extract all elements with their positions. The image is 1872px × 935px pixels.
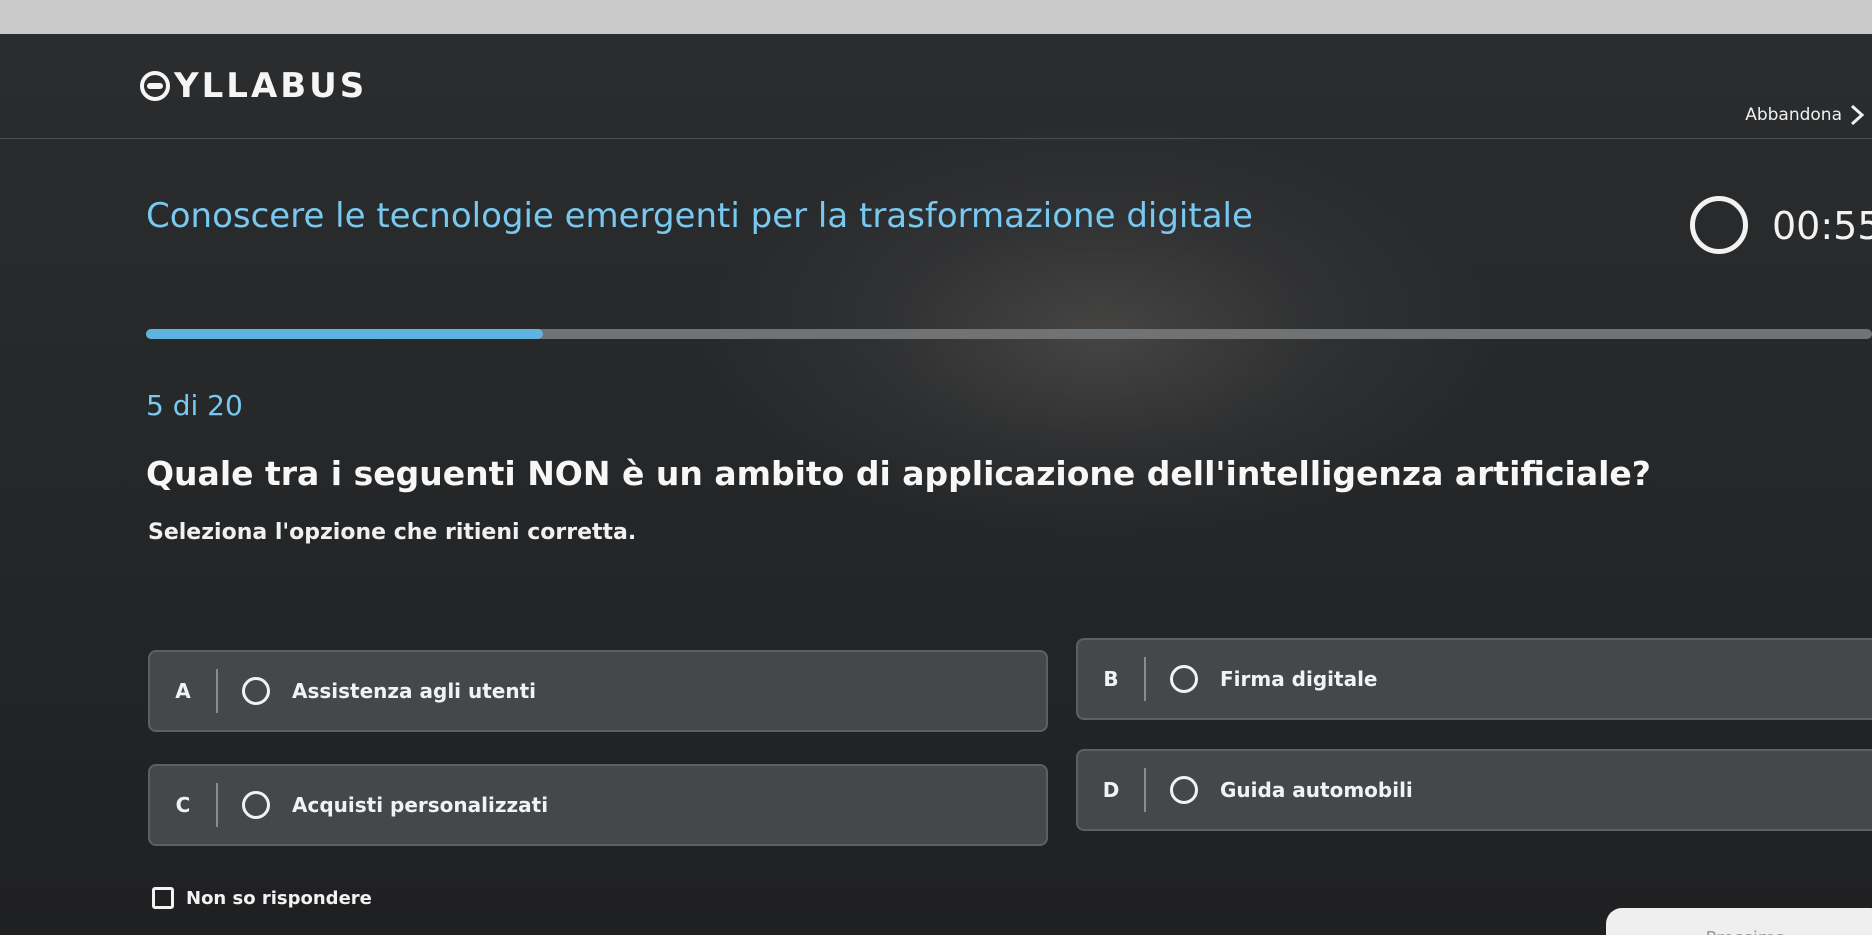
timer-ring-icon: [1690, 196, 1748, 254]
next-button[interactable]: Prossima: [1606, 908, 1872, 935]
option-letter: D: [1102, 778, 1120, 802]
radio-icon[interactable]: [242, 791, 270, 819]
option-label: Guida automobili: [1220, 778, 1413, 802]
option-divider: [216, 669, 218, 713]
timer-countdown: 00:55: [1772, 204, 1872, 248]
option-divider: [216, 783, 218, 827]
answer-option-b[interactable]: B Firma digitale: [1076, 638, 1872, 720]
quit-label: Abbandona: [1745, 105, 1842, 125]
brand-name: YLLABUS: [174, 66, 368, 106]
skip-checkbox[interactable]: Non so rispondere: [152, 887, 372, 909]
answer-option-a[interactable]: A Assistenza agli utenti: [148, 650, 1048, 732]
option-divider: [1144, 657, 1146, 701]
course-title: Conoscere le tecnologie emergenti per la…: [146, 196, 1253, 236]
brand-mark-icon: [140, 71, 170, 101]
skip-label: Non so rispondere: [186, 887, 372, 909]
radio-icon[interactable]: [242, 677, 270, 705]
quiz-screen: YLLABUS Abbandona Conoscere le tecnologi…: [0, 34, 1872, 935]
question-text: Quale tra i seguenti NON è un ambito di …: [146, 454, 1651, 493]
radio-icon[interactable]: [1170, 665, 1198, 693]
chevron-right-icon: [1850, 104, 1864, 126]
option-label: Firma digitale: [1220, 667, 1378, 691]
brand-logo: YLLABUS: [140, 66, 367, 106]
option-label: Assistenza agli utenti: [292, 679, 537, 703]
question-counter: 5 di 20: [146, 389, 243, 422]
header-divider: [0, 138, 1872, 139]
radio-icon[interactable]: [1170, 776, 1198, 804]
progress-bar-fill: [146, 329, 543, 339]
question-instruction: Seleziona l'opzione che ritieni corretta…: [148, 520, 637, 545]
answer-option-d[interactable]: D Guida automobili: [1076, 749, 1872, 831]
progress-bar: [146, 329, 1872, 339]
quit-button[interactable]: Abbandona: [1745, 104, 1864, 126]
option-letter: B: [1103, 667, 1119, 691]
option-divider: [1144, 768, 1146, 812]
option-letter: A: [175, 679, 191, 703]
checkbox-icon[interactable]: [152, 887, 174, 909]
option-letter: C: [175, 793, 191, 817]
option-label: Acquisti personalizzati: [292, 793, 549, 817]
answer-option-c[interactable]: C Acquisti personalizzati: [148, 764, 1048, 846]
